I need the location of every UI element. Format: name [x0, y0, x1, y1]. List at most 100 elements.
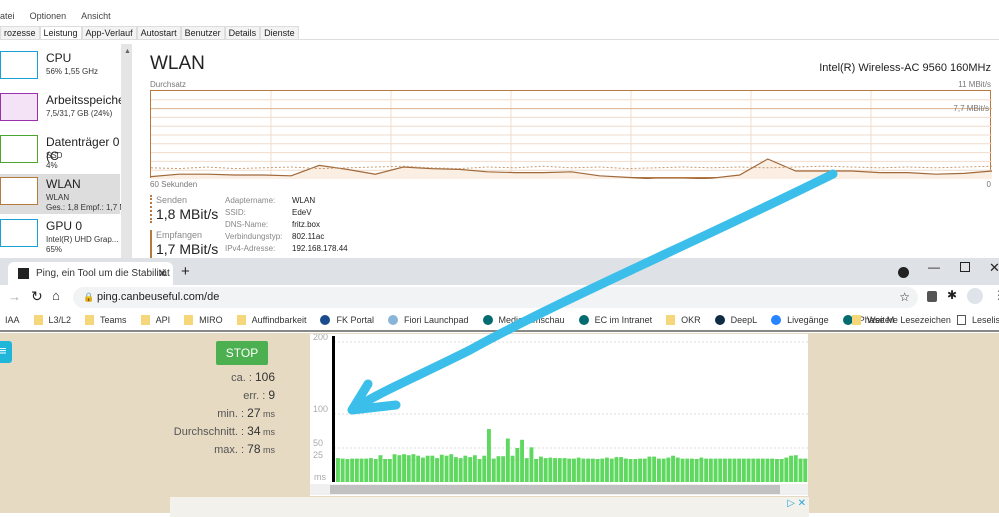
bookmark-item[interactable]: Medienumschau: [482, 315, 565, 325]
ad-close-icon[interactable]: ✕: [798, 498, 806, 509]
sidebar-scrollbar[interactable]: ▲: [121, 44, 132, 258]
profile-menu-icon[interactable]: [898, 267, 909, 278]
close-window-icon[interactable]: ✕: [989, 260, 999, 276]
sidebar-item-arbeitsspeicher[interactable]: Arbeitsspeicher 7,5/31,7 GB (24%): [0, 90, 129, 130]
bookmark-item[interactable]: FK Portal: [320, 315, 374, 325]
ping-bar: [463, 455, 468, 482]
hamburger-menu-icon[interactable]: ≡: [0, 341, 12, 363]
bookmark-item[interactable]: Auffindbarkeit: [236, 315, 307, 325]
y-tick-label: 200: [313, 334, 328, 342]
bookmark-item[interactable]: API: [140, 315, 171, 325]
ping-bar: [505, 438, 510, 482]
ping-bar: [468, 457, 473, 482]
sidebar-item-gpu[interactable]: GPU 0 Intel(R) UHD Grap... 65%: [0, 216, 120, 256]
tab-app-verlauf[interactable]: App-Verlauf: [81, 26, 137, 39]
zero-label: 0: [986, 180, 991, 189]
thumbnail-graph: [0, 177, 38, 205]
folder-icon: [33, 315, 43, 325]
detail-value: EdeV: [292, 208, 312, 217]
bookmark-label: MIRO: [199, 315, 223, 325]
browser-tab[interactable]: Ping, ein Tool um die Stabilität Ih ✕: [8, 262, 173, 285]
more-menu-icon[interactable]: ⋮: [993, 288, 999, 302]
reading-list[interactable]: Leseliste: [957, 315, 999, 325]
bookmark-label: API: [155, 315, 171, 325]
bookmark-item[interactable]: OKR: [666, 315, 701, 325]
ping-bar: [756, 458, 760, 482]
sidebar-item-sub: 56% 1,55 GHz: [46, 67, 99, 76]
bookmark-star-icon[interactable]: ☆: [899, 290, 910, 304]
new-tab-icon[interactable]: +: [181, 263, 190, 280]
ping-bar: [449, 454, 454, 482]
ping-bar: [406, 455, 411, 482]
scroll-up-icon[interactable]: ▲: [124, 48, 131, 55]
tab-leistung[interactable]: Leistung: [39, 26, 82, 39]
ping-bar: [798, 458, 803, 482]
ping-bar: [699, 457, 704, 482]
ping-bar: [581, 458, 586, 482]
ping-bar: [803, 458, 808, 482]
stop-button[interactable]: STOP: [216, 341, 268, 365]
bookmark-item[interactable]: DeepL: [714, 315, 757, 325]
bookmark-item[interactable]: IAA: [5, 315, 20, 325]
extensions-puzzle-icon[interactable]: ✱: [947, 288, 957, 302]
reload-icon[interactable]: ↻: [31, 288, 43, 305]
maximize-icon[interactable]: [960, 262, 970, 272]
profile-avatar-icon[interactable]: [967, 288, 983, 304]
sidebar-item-datenträger[interactable]: Datenträger 0 (C SSD 4%: [0, 132, 120, 172]
ping-bar: [548, 457, 553, 482]
ping-bar: [732, 458, 737, 482]
ping-stat: Durchschnitt. : 34 ms: [174, 424, 275, 438]
sidebar-item-wlan[interactable]: WLAN WLAN Ges.: 1,8 Empf.: 1,7 M: [0, 174, 126, 214]
other-bookmarks[interactable]: Weitere Lesezeichen: [852, 315, 951, 325]
sidebar-item-sub: SSD: [46, 151, 63, 160]
detail-value: WLAN: [292, 196, 316, 205]
bookmark-label: Auffindbarkeit: [251, 315, 307, 325]
ping-bar: [741, 458, 746, 482]
ping-chart: 25 50 100 200 ms: [310, 332, 808, 496]
lock-icon: 🔒: [83, 292, 95, 302]
ping-bar: [704, 458, 709, 482]
bookmark-item[interactable]: L3/L2: [33, 315, 71, 325]
home-icon[interactable]: ⌂: [52, 288, 60, 303]
url-input[interactable]: 🔒 ping.canbeuseful.com/de ☆: [73, 287, 918, 308]
ping-bar: [553, 458, 557, 482]
bookmark-item[interactable]: Livegänge: [771, 315, 829, 325]
ping-bar: [430, 455, 435, 482]
tab-details[interactable]: Details: [224, 26, 261, 39]
shield-extension-icon[interactable]: [927, 291, 937, 302]
ping-bar: [340, 458, 345, 482]
bookmark-item[interactable]: Fiori Launchpad: [387, 315, 469, 325]
tab-prozesse[interactable]: rozesse: [0, 26, 40, 39]
graph-label: Durchsatz: [150, 80, 187, 89]
forward-icon[interactable]: →: [8, 289, 21, 304]
bookmark-item[interactable]: MIRO: [184, 315, 223, 325]
minimize-icon[interactable]: —: [928, 260, 940, 274]
tab-autostart[interactable]: Autostart: [136, 26, 181, 39]
ping-bar: [765, 458, 770, 482]
ping-bar: [751, 458, 756, 482]
menu-optionen[interactable]: Optionen: [30, 11, 67, 21]
scrollbar-thumb[interactable]: [330, 485, 780, 494]
menu-ansicht[interactable]: Ansicht: [81, 11, 111, 21]
address-toolbar: → ↻ ⌂ 🔒 ping.canbeuseful.com/de ☆ ✱ ⋮: [0, 285, 999, 310]
folder-icon: [852, 315, 861, 325]
close-tab-icon[interactable]: ✕: [158, 267, 167, 280]
bookmark-item[interactable]: EC im Intranet: [578, 315, 652, 325]
ping-bar: [543, 458, 548, 482]
tab-dienste[interactable]: Dienste: [260, 26, 299, 39]
ping-bar: [784, 457, 789, 482]
menu-datei[interactable]: atei: [0, 11, 15, 21]
ping-bar: [694, 459, 699, 482]
time-label: 60 Sekunden: [150, 180, 198, 189]
bookmark-item[interactable]: Teams: [85, 315, 127, 325]
sidebar-item-title: WLAN: [46, 177, 81, 191]
sidebar-item-cpu[interactable]: CPU 56% 1,55 GHz: [0, 48, 120, 88]
ping-bar: [647, 456, 652, 482]
sidebar-item-sub2: Ges.: 1,8 Empf.: 1,7 M: [46, 203, 127, 212]
send-legend-line: [150, 195, 152, 223]
tab-benutzer[interactable]: Benutzer: [180, 26, 225, 39]
ad-choices-icon[interactable]: ▷: [787, 498, 795, 509]
ping-bar: [439, 454, 444, 482]
bookmark-label: Medienumschau: [498, 315, 565, 325]
ping-bar: [557, 458, 562, 482]
